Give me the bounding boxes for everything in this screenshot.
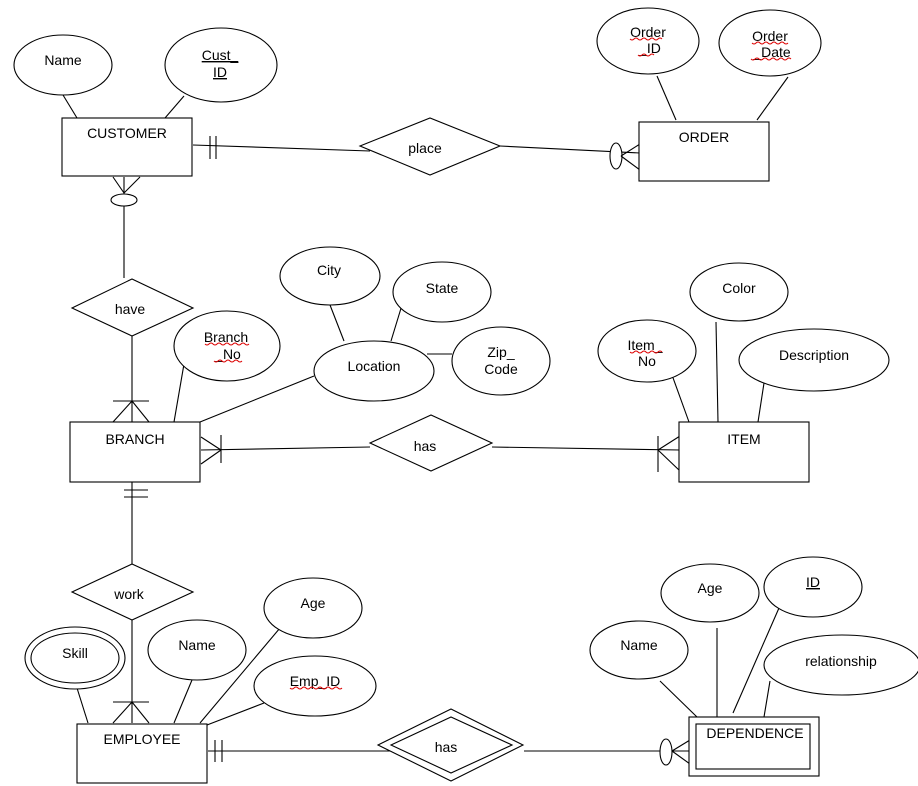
attribute-emp-id-key[interactable]: Emp_ID — [253, 655, 377, 717]
attribute-label: No — [638, 353, 656, 369]
relationship-work[interactable]: work — [70, 563, 195, 621]
entity-customer[interactable]: CUSTOMER — [61, 117, 193, 177]
connector-customer-place — [192, 144, 371, 152]
connector-customer-custid — [164, 95, 185, 119]
attribute-skill-multivalued[interactable]: Skill — [24, 626, 126, 690]
cardinality-one-mandatory — [124, 489, 148, 498]
attribute-customer-name[interactable]: Name — [13, 34, 113, 96]
connector-branch-branchno — [173, 363, 185, 423]
connector-location-state — [390, 304, 403, 342]
cardinality-zero-many — [609, 142, 641, 171]
relationship-label: has — [414, 438, 437, 454]
attribute-label: Age — [301, 595, 326, 611]
connector-location-city — [329, 304, 345, 342]
cardinality-one-many — [112, 701, 150, 724]
cardinality-one-many — [657, 435, 681, 472]
attribute-label: _Date — [752, 44, 791, 60]
attribute-order-id-key[interactable]: Order _ID — [596, 7, 700, 75]
attribute-label: ID — [806, 574, 820, 590]
relationship-has-branch-item[interactable]: has — [368, 414, 494, 472]
attribute-label: Name — [620, 637, 658, 653]
cardinality-zero-many — [110, 176, 141, 207]
connector-dependence-relationship — [763, 680, 771, 718]
entity-label: CUSTOMER — [87, 125, 167, 141]
attribute-dependence-name[interactable]: Name — [589, 620, 689, 680]
connector-order-orderid — [656, 75, 677, 121]
attribute-relationship[interactable]: relationship — [763, 634, 918, 696]
attribute-city[interactable]: City — [279, 246, 381, 306]
attribute-label: Code — [484, 361, 518, 377]
attribute-dependence-id-key[interactable]: ID — [763, 556, 863, 618]
connector-branch-location — [199, 375, 315, 423]
relationship-place[interactable]: place — [358, 117, 502, 176]
relationship-label: has — [435, 739, 458, 755]
attribute-branch-no-key[interactable]: Branch _No — [173, 310, 281, 382]
attribute-item-no-key[interactable]: Item_ No — [597, 319, 697, 383]
connector-employee-name — [173, 679, 193, 724]
attribute-color[interactable]: Color — [689, 262, 789, 322]
attribute-label: ID — [213, 64, 227, 80]
relationship-label: work — [113, 586, 145, 602]
attribute-label: Age — [698, 580, 723, 596]
cardinality-zero-many — [659, 738, 691, 766]
entity-label: ORDER — [679, 129, 730, 145]
connector-employee-empid — [206, 702, 265, 726]
attribute-label: Location — [348, 358, 401, 374]
entity-label: EMPLOYEE — [103, 731, 180, 747]
attribute-description[interactable]: Description — [738, 328, 890, 392]
attribute-label: _ID — [638, 40, 661, 56]
attribute-employee-name[interactable]: Name — [147, 619, 247, 681]
attribute-customer-id-key[interactable]: Cust_ ID — [164, 27, 278, 103]
attribute-order-date[interactable]: Order _Date — [718, 9, 822, 77]
entity-label: ITEM — [727, 431, 760, 447]
entity-branch[interactable]: BRANCH — [69, 421, 201, 483]
attribute-label: Name — [44, 52, 82, 68]
connector-order-orderdate — [756, 76, 789, 121]
connector-branch-has — [200, 446, 371, 451]
attribute-label: Description — [779, 347, 849, 363]
attribute-label: City — [317, 262, 341, 278]
identifying-relationship-has-employee-dependence[interactable]: has — [376, 708, 525, 782]
entity-label: DEPENDENCE — [706, 725, 803, 741]
connector-employee-skill — [76, 687, 89, 724]
attribute-label: Name — [178, 637, 216, 653]
attribute-label: Cust_ — [202, 47, 239, 63]
entity-order[interactable]: ORDER — [638, 121, 770, 182]
attribute-label: Item_ — [627, 337, 662, 353]
attribute-label: Color — [722, 280, 756, 296]
attribute-state[interactable]: State — [392, 261, 492, 323]
connector-item-itemno — [671, 374, 690, 423]
connector-item-color — [715, 321, 719, 423]
connector-has-item — [491, 446, 681, 451]
weak-entity-dependence[interactable]: DEPENDENCE — [688, 716, 820, 777]
cardinality-one-mandatory — [209, 136, 217, 159]
cardinality-one-many — [112, 400, 150, 423]
attribute-label: Skill — [62, 645, 88, 661]
attribute-dependence-age[interactable]: Age — [660, 563, 760, 623]
relationship-have[interactable]: have — [70, 278, 195, 337]
attribute-label: State — [426, 280, 459, 296]
relationship-label: place — [408, 140, 442, 156]
connector-customer-name — [62, 94, 78, 119]
entity-item[interactable]: ITEM — [678, 421, 810, 483]
entity-label: BRANCH — [105, 431, 164, 447]
entity-employee[interactable]: EMPLOYEE — [76, 723, 208, 784]
attribute-label: relationship — [805, 653, 877, 669]
attribute-location-composite[interactable]: Location — [313, 340, 435, 402]
attribute-zip-code[interactable]: Zip_ Code — [451, 326, 551, 396]
relationship-label: have — [115, 301, 146, 317]
connector-dependence-name — [659, 680, 698, 718]
attribute-employee-age[interactable]: Age — [263, 577, 363, 639]
connector-item-description — [757, 382, 765, 423]
er-diagram: CUSTOMER ORDER BRANCH ITEM EMPLOYEE DEPE… — [13, 7, 918, 784]
attribute-label: Emp_ID — [290, 673, 341, 689]
attribute-label: Zip_ — [487, 344, 514, 360]
